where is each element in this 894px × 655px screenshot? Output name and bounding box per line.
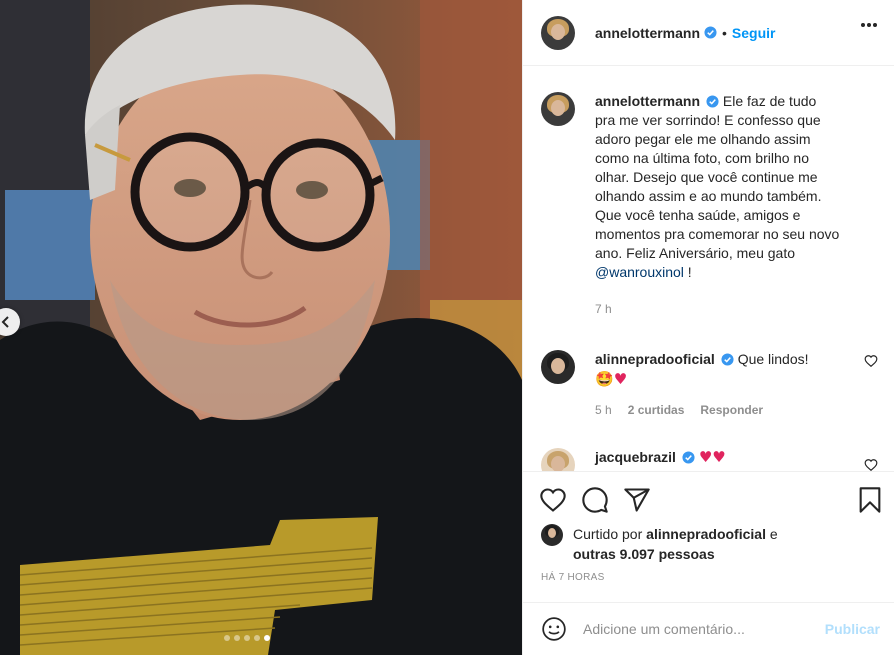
comment-item: alinnepradooficial Que lindos! 🤩♥ 5 h 2 …: [541, 350, 878, 420]
comment-likes-count[interactable]: 2 curtidas: [628, 401, 685, 420]
verified-badge-icon: [706, 95, 719, 108]
add-comment-bar: Publicar: [523, 602, 894, 655]
paper-plane-icon[interactable]: [623, 486, 651, 514]
heart-emoji: ♥♥: [698, 448, 726, 466]
photo-illustration: [0, 0, 522, 655]
carousel-indicator: [224, 635, 270, 641]
caption: annelottermann Ele faz de tudo pra me ve…: [541, 92, 878, 319]
comment-input[interactable]: [583, 621, 803, 637]
smiley-icon[interactable]: [541, 616, 567, 642]
carousel-dot: [224, 635, 230, 641]
comment-item: jacquebrazil ♥♥: [541, 448, 878, 471]
post-photo[interactable]: [0, 0, 522, 655]
verified-badge-icon: [704, 26, 717, 39]
liked-by-others[interactable]: outras 9.097 pessoas: [573, 546, 715, 562]
comment-time[interactable]: 5 h: [595, 401, 612, 420]
comment-bubble-icon[interactable]: [581, 486, 609, 514]
caption-time[interactable]: 7 h: [595, 300, 612, 319]
star-struck-emoji: 🤩: [595, 370, 614, 388]
post-actions-area: Curtido por alinnepradooficial e outras …: [523, 471, 894, 583]
separator-dot: •: [722, 24, 727, 41]
carousel-dot-active: [264, 635, 270, 641]
post-timestamp[interactable]: HÁ 7 HORAS: [523, 572, 894, 583]
carousel-dot: [244, 635, 250, 641]
reply-button[interactable]: Responder: [700, 401, 763, 420]
comment-like-heart-icon[interactable]: [864, 354, 878, 368]
comment-like-heart-icon[interactable]: [864, 458, 878, 471]
caption-username[interactable]: annelottermann: [595, 93, 700, 109]
liker-avatar[interactable]: [541, 524, 563, 546]
commenter-avatar[interactable]: [541, 350, 575, 384]
caption-suffix: !: [683, 264, 692, 280]
comment-username[interactable]: jacquebrazil: [595, 449, 676, 465]
carousel-dot: [234, 635, 240, 641]
heart-outline-icon[interactable]: [539, 486, 567, 514]
comments-list[interactable]: annelottermann Ele faz de tudo pra me ve…: [523, 67, 894, 471]
instagram-post-view: annelottermann • Seguir annelottermann E…: [0, 0, 894, 655]
chevron-left-icon: [1, 316, 9, 328]
bookmark-icon[interactable]: [856, 486, 884, 514]
publish-button[interactable]: Publicar: [825, 621, 880, 637]
heart-emoji: ♥: [613, 370, 628, 388]
liked-by-user[interactable]: alinnepradooficial: [646, 526, 766, 542]
verified-badge-icon: [721, 353, 734, 366]
liked-by-prefix: Curtido por: [573, 526, 647, 542]
more-horizontal-icon[interactable]: [860, 22, 878, 28]
action-bar: [523, 472, 894, 528]
carousel-dot: [254, 635, 260, 641]
verified-badge-icon: [682, 451, 695, 464]
comment-text: Que lindos!: [737, 351, 809, 367]
liked-by-middle: e: [765, 526, 778, 542]
author-avatar[interactable]: [541, 15, 575, 50]
mention-link[interactable]: @wanrouxinol: [595, 264, 684, 280]
likes-summary: Curtido por alinnepradooficial e outras …: [523, 524, 894, 564]
caption-author-avatar[interactable]: [541, 92, 575, 126]
caption-text: Ele faz de tudo pra me ver sorrindo! E c…: [595, 93, 840, 261]
comment-username[interactable]: alinnepradooficial: [595, 351, 715, 367]
follow-button[interactable]: Seguir: [732, 25, 776, 41]
post-details-panel: annelottermann • Seguir annelottermann E…: [522, 0, 894, 655]
author-username[interactable]: annelottermann: [595, 25, 700, 41]
post-header: annelottermann • Seguir: [523, 0, 894, 66]
commenter-avatar[interactable]: [541, 448, 575, 471]
